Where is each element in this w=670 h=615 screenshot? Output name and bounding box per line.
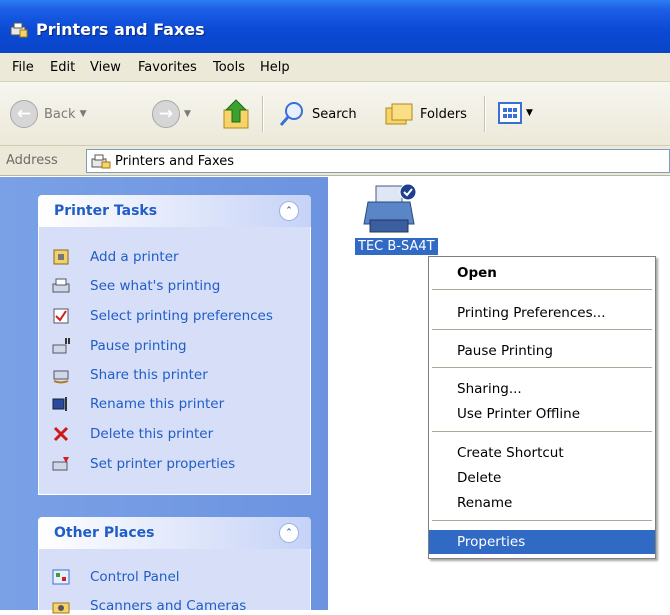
menu-favorites[interactable]: Favorites [138, 60, 197, 75]
menu-tools[interactable]: Tools [213, 60, 245, 75]
address-value: Printers and Faxes [115, 154, 235, 169]
up-button[interactable] [222, 96, 252, 130]
menu-item-open[interactable]: Open [429, 261, 655, 285]
back-label: Back [44, 106, 76, 122]
toolbar: ← Back ▼ → ▼ Search Folders ▼ [0, 82, 670, 146]
folder-up-icon [223, 99, 249, 129]
task-delete-printer[interactable]: Delete this printer [52, 425, 213, 443]
menu-item-rename[interactable]: Rename [429, 491, 655, 515]
address-bar: Address Printers and Faxes [0, 146, 670, 176]
task-label: See what's printing [90, 278, 221, 294]
menu-divider [432, 367, 652, 368]
other-places-header[interactable]: Other Places ˆ [38, 517, 311, 549]
menu-file[interactable]: File [12, 60, 34, 75]
views-icon [498, 102, 522, 124]
scanner-camera-icon [52, 602, 70, 614]
forward-arrow-icon: → [152, 100, 180, 128]
back-arrow-icon: ← [10, 100, 38, 128]
views-button[interactable]: ▼ [498, 102, 533, 124]
toolbar-separator [484, 96, 485, 132]
place-scanners-cameras[interactable]: Scanners and Cameras [52, 597, 246, 615]
place-label: Control Panel [90, 569, 180, 585]
task-pause-printing[interactable]: Pause printing [52, 337, 187, 355]
other-places-title: Other Places [54, 525, 155, 541]
menu-item-create-shortcut[interactable]: Create Shortcut [429, 441, 655, 465]
pause-printer-icon [52, 338, 70, 354]
address-label: Address [6, 153, 58, 168]
printers-folder-icon [91, 154, 111, 169]
chevron-down-icon: ▼ [79, 109, 87, 119]
back-button[interactable]: ← Back ▼ [10, 100, 86, 128]
search-label: Search [312, 106, 357, 122]
collapse-chevron-icon[interactable]: ˆ [279, 523, 299, 543]
context-menu: Open Printing Preferences... Pause Print… [428, 256, 656, 559]
menu-divider [432, 431, 652, 432]
menu-item-delete[interactable]: Delete [429, 466, 655, 490]
menu-item-use-offline[interactable]: Use Printer Offline [429, 402, 655, 426]
chevron-down-icon: ▼ [526, 108, 533, 118]
menu-edit[interactable]: Edit [50, 60, 75, 75]
search-button[interactable]: Search [278, 100, 357, 128]
menu-divider [432, 329, 652, 330]
task-rename-printer[interactable]: Rename this printer [52, 395, 224, 413]
menu-divider [432, 289, 652, 290]
task-share-printer[interactable]: Share this printer [52, 366, 208, 384]
menu-view[interactable]: View [90, 60, 121, 75]
menu-help[interactable]: Help [260, 60, 290, 75]
share-printer-icon [53, 370, 69, 384]
printers-folder-icon [10, 22, 28, 38]
search-icon [279, 102, 303, 126]
task-set-properties[interactable]: Set printer properties [52, 455, 235, 473]
printer-tasks-title: Printer Tasks [54, 203, 158, 219]
task-pane: Printer Tasks ˆ Add a printer See what's… [0, 177, 328, 614]
task-see-printing[interactable]: See what's printing [52, 277, 220, 295]
place-label: Scanners and Cameras [90, 598, 247, 614]
place-control-panel[interactable]: Control Panel [52, 568, 180, 586]
folders-label: Folders [420, 106, 467, 122]
folders-button[interactable]: Folders [384, 100, 467, 128]
task-add-printer[interactable]: Add a printer [52, 248, 179, 266]
menu-divider [432, 520, 652, 521]
rename-icon [52, 397, 67, 411]
add-printer-icon [53, 249, 69, 265]
control-panel-icon [52, 569, 70, 585]
printer-tasks-header[interactable]: Printer Tasks ˆ [38, 195, 311, 227]
delete-x-icon [53, 426, 69, 442]
menu-item-pause-printing[interactable]: Pause Printing [429, 339, 655, 363]
menu-item-printing-preferences[interactable]: Printing Preferences... [429, 301, 655, 325]
menu-bar: File Edit View Favorites Tools Help [0, 53, 670, 82]
preferences-check-icon [53, 308, 69, 324]
print-queue-icon [52, 278, 70, 293]
forward-button[interactable]: → ▼ [152, 100, 191, 128]
window-title: Printers and Faxes [36, 20, 205, 39]
task-label: Pause printing [90, 338, 187, 354]
printer-properties-icon [52, 457, 69, 471]
task-label: Delete this printer [90, 426, 214, 442]
menu-item-sharing[interactable]: Sharing... [429, 377, 655, 401]
task-label: Rename this printer [90, 396, 225, 412]
printer-name[interactable]: TEC B-SA4T [355, 238, 438, 255]
toolbar-separator [262, 96, 263, 132]
task-label: Set printer properties [90, 456, 236, 472]
task-label: Select printing preferences [90, 308, 273, 324]
task-label: Add a printer [90, 249, 179, 265]
menu-item-properties[interactable]: Properties [429, 530, 655, 554]
task-select-preferences[interactable]: Select printing preferences [52, 307, 273, 325]
printer-icon [363, 183, 417, 233]
address-field[interactable]: Printers and Faxes [86, 149, 670, 173]
chevron-down-icon: ▼ [184, 109, 191, 119]
folders-icon [385, 103, 413, 125]
task-label: Share this printer [90, 367, 208, 383]
collapse-chevron-icon[interactable]: ˆ [279, 201, 299, 221]
title-bar[interactable]: Printers and Faxes [0, 0, 670, 53]
